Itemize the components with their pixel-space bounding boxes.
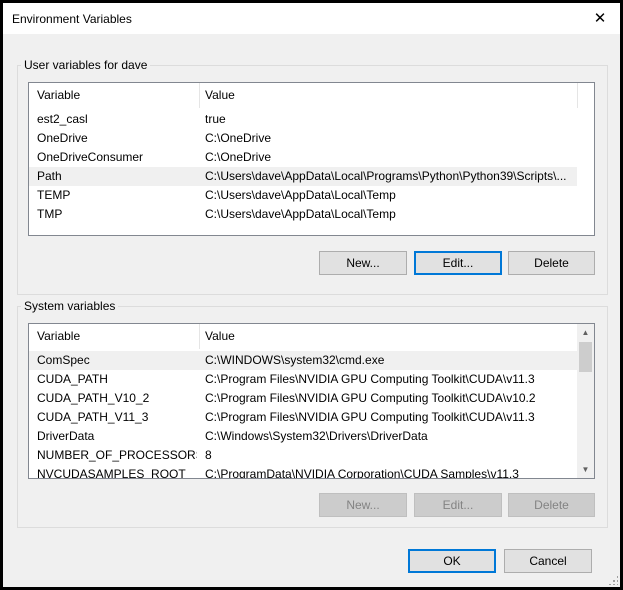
system-delete-button[interactable]: Delete	[508, 493, 595, 517]
user-edit-button[interactable]: Edit...	[414, 251, 502, 275]
user-list-header: Variable Value	[29, 83, 594, 108]
close-icon[interactable]: ✕	[585, 8, 615, 30]
variable-value-cell: true	[205, 112, 226, 126]
variable-value-cell: C:\OneDrive	[205, 150, 272, 164]
table-row[interactable]: TEMP C:\Users\dave\AppData\Local\Temp	[29, 186, 577, 205]
variable-value-cell: C:\Users\dave\AppData\Local\Programs\Pyt…	[205, 169, 567, 183]
variable-value-cell: C:\Windows\System32\Drivers\DriverData	[205, 429, 428, 443]
column-separator[interactable]	[577, 83, 578, 108]
variable-value-cell: 8	[205, 448, 212, 462]
variable-name-cell: CUDA_PATH	[37, 372, 108, 386]
variable-name-cell: OneDrive	[37, 131, 88, 145]
system-list-header: Variable Value	[29, 324, 594, 349]
variable-value-cell: C:\Users\dave\AppData\Local\Temp	[205, 188, 396, 202]
variable-value-cell: C:\Users\dave\AppData\Local\Temp	[205, 207, 396, 221]
user-variables-label: User variables for dave	[21, 58, 151, 72]
variable-name-cell: est2_casl	[37, 112, 88, 126]
scroll-thumb[interactable]	[579, 342, 592, 372]
table-row[interactable]: DriverData C:\Windows\System32\Drivers\Dr…	[29, 427, 577, 446]
table-row[interactable]: TMP C:\Users\dave\AppData\Local\Temp	[29, 205, 577, 224]
system-list-scrollbar[interactable]: ▲ ▼	[577, 324, 594, 478]
variable-name-cell: ComSpec	[37, 353, 90, 367]
table-row[interactable]: CUDA_PATH C:\Program Files\NVIDIA GPU Com…	[29, 370, 577, 389]
system-column-value[interactable]: Value	[199, 324, 235, 349]
variable-value-cell: C:\OneDrive	[205, 131, 272, 145]
user-variables-list[interactable]: Variable Value est2_casl true OneDrive C:\O…	[28, 82, 595, 236]
table-row[interactable]: OneDriveConsumer C:\OneDrive	[29, 148, 577, 167]
variable-name-cell: CUDA_PATH_V11_3	[37, 410, 149, 424]
user-delete-button[interactable]: Delete	[508, 251, 595, 275]
variable-name-cell: NVCUDASAMPLES_ROOT	[37, 467, 186, 479]
table-row[interactable]: OneDrive C:\OneDrive	[29, 129, 577, 148]
variable-value-cell: C:\Program Files\NVIDIA GPU Computing To…	[205, 372, 535, 386]
resize-grip-icon[interactable]	[608, 575, 618, 585]
variable-value-cell: C:\Program Files\NVIDIA GPU Computing To…	[205, 410, 535, 424]
ok-button[interactable]: OK	[408, 549, 496, 573]
variable-name-cell: CUDA_PATH_V10_2	[37, 391, 150, 405]
system-edit-button[interactable]: Edit...	[414, 493, 502, 517]
table-row[interactable]: est2_casl true	[29, 110, 577, 129]
table-row[interactable]: ComSpec C:\WINDOWS\system32\cmd.exe	[29, 351, 577, 370]
cancel-button[interactable]: Cancel	[504, 549, 592, 573]
user-column-value[interactable]: Value	[199, 83, 235, 108]
system-variables-list[interactable]: Variable Value ▲ ▼ ComSpec C:\WINDOWS\sys…	[28, 323, 595, 479]
variable-name-cell: NUMBER_OF_PROCESSORS	[37, 448, 197, 462]
variable-name-cell: Path	[37, 169, 62, 183]
title-bar[interactable]: Environment Variables ✕	[3, 3, 620, 34]
system-column-variable[interactable]: Variable	[31, 324, 80, 349]
scroll-up-icon[interactable]: ▲	[577, 324, 594, 341]
user-column-variable[interactable]: Variable	[31, 83, 80, 108]
variable-name-cell: DriverData	[37, 429, 95, 443]
system-new-button[interactable]: New...	[319, 493, 407, 517]
variable-value-cell: C:\Program Files\NVIDIA GPU Computing To…	[205, 391, 536, 405]
table-row[interactable]: NUMBER_OF_PROCESSORS 8	[29, 446, 577, 465]
scroll-down-icon[interactable]: ▼	[577, 461, 594, 478]
system-variables-label: System variables	[21, 299, 119, 313]
table-row[interactable]: NVCUDASAMPLES_ROOT C:\ProgramData\NVIDIA …	[29, 465, 577, 479]
window-title: Environment Variables	[12, 12, 132, 26]
variable-value-cell: C:\WINDOWS\system32\cmd.exe	[205, 353, 385, 367]
table-row[interactable]: Path C:\Users\dave\AppData\Local\Programs…	[29, 167, 577, 186]
environment-variables-dialog: Environment Variables ✕ User variables f…	[3, 3, 620, 587]
variable-name-cell: TMP	[37, 207, 63, 221]
table-row[interactable]: CUDA_PATH_V11_3 C:\Program Files\NVIDIA G…	[29, 408, 577, 427]
variable-name-cell: OneDriveConsumer	[37, 150, 144, 164]
variable-value-cell: C:\ProgramData\NVIDIA Corporation\CUDA S…	[205, 467, 519, 479]
variable-name-cell: TEMP	[37, 188, 71, 202]
table-row[interactable]: CUDA_PATH_V10_2 C:\Program Files\NVIDIA G…	[29, 389, 577, 408]
user-new-button[interactable]: New...	[319, 251, 407, 275]
